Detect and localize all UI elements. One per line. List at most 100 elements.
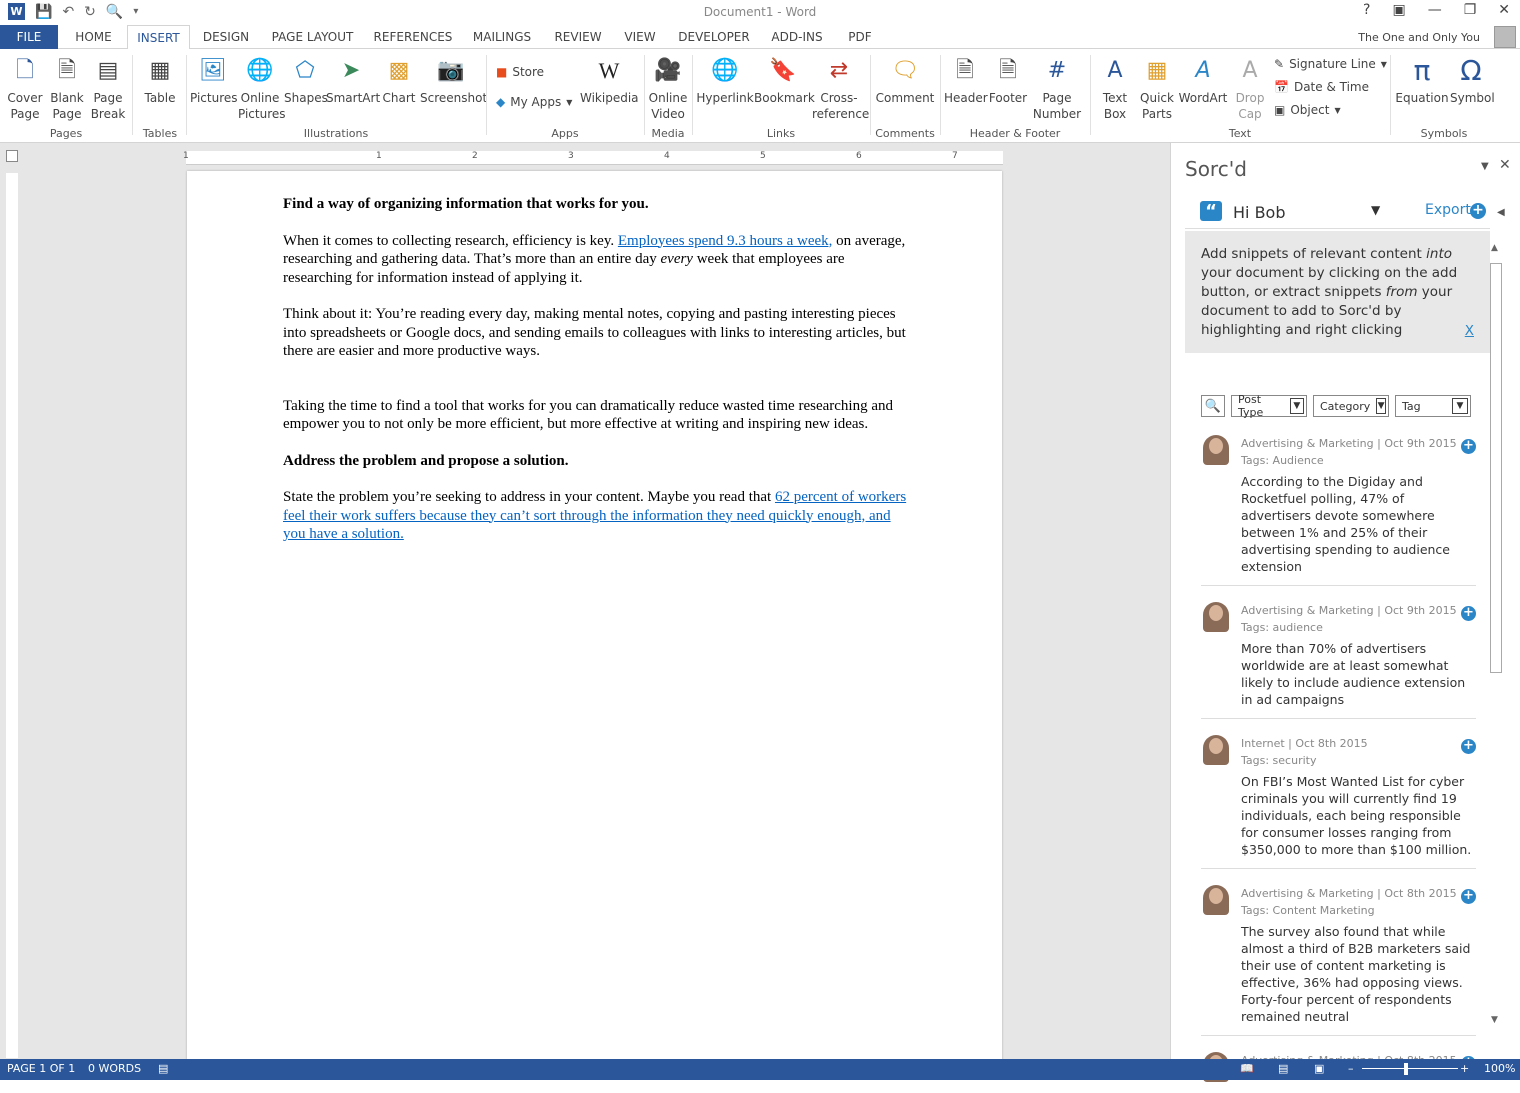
- signature-line-button[interactable]: ✎ Signature Line ▼: [1274, 57, 1387, 71]
- scroll-down-icon[interactable]: ▼: [1491, 1015, 1498, 1025]
- user-avatar[interactable]: [1494, 26, 1516, 48]
- tab-insert[interactable]: INSERT: [127, 25, 190, 50]
- chart-button[interactable]: ▩ Chart: [380, 51, 418, 106]
- cover-page-button[interactable]: 🗋 Cover Page: [4, 51, 46, 122]
- screenshot-button[interactable]: 📷 Screenshot: [420, 51, 487, 106]
- close-icon[interactable]: ✕: [1498, 2, 1510, 18]
- page-number-button[interactable]: # Page Number: [1030, 51, 1084, 122]
- avatar: [1203, 602, 1229, 632]
- vertical-ruler[interactable]: [6, 173, 18, 1058]
- help-icon[interactable]: ?: [1363, 2, 1370, 18]
- wikipedia-button[interactable]: W Wikipedia: [580, 51, 639, 106]
- link-employees-spend[interactable]: Employees spend 9.3 hours a week,: [618, 233, 833, 249]
- pane-close-icon[interactable]: ✕: [1499, 157, 1511, 173]
- tab-home[interactable]: HOME: [66, 25, 121, 49]
- web-layout-icon[interactable]: ▣: [1314, 1062, 1324, 1075]
- text-box-button[interactable]: A Text Box: [1094, 51, 1136, 122]
- post-type-select[interactable]: Post Type ▼: [1231, 393, 1307, 419]
- table-button[interactable]: ▦ Table: [138, 51, 182, 106]
- scrollbar-thumb[interactable]: [1490, 263, 1502, 673]
- tab-mailings[interactable]: MAILINGS: [466, 25, 538, 49]
- online-video-button[interactable]: 🎥 Online Video: [648, 51, 688, 122]
- tab-review[interactable]: REVIEW: [548, 25, 608, 49]
- cross-reference-button[interactable]: ⇄ Cross- reference: [812, 51, 869, 122]
- pictures-button[interactable]: 🖼 Pictures: [190, 51, 238, 106]
- search-icon[interactable]: 🔍: [1201, 395, 1225, 417]
- title-bar: W 💾 ↶ ↻ 🔍 ▾ Document1 - Word ? ▣ — ❐ ✕: [0, 0, 1520, 25]
- tag-select[interactable]: Tag ▼: [1395, 395, 1471, 417]
- add-snippet-icon[interactable]: +: [1461, 439, 1476, 454]
- chevron-down-icon[interactable]: ▼: [1371, 203, 1380, 217]
- tab-view[interactable]: VIEW: [616, 25, 664, 49]
- word-count[interactable]: 0 WORDS: [88, 1062, 141, 1075]
- greeting[interactable]: Hi Bob: [1233, 203, 1285, 222]
- chevron-down-icon: ▼: [566, 97, 573, 107]
- smartart-button[interactable]: ➤ SmartArt: [326, 51, 380, 106]
- comment-button[interactable]: 🗨 Comment: [874, 51, 936, 106]
- equation-button[interactable]: π Equation: [1394, 51, 1450, 106]
- header-button[interactable]: 🗎 Header: [944, 51, 988, 106]
- zoom-slider[interactable]: [1362, 1068, 1458, 1069]
- pane-options-icon[interactable]: ▼: [1481, 161, 1489, 172]
- tab-references[interactable]: REFERENCES: [368, 25, 458, 49]
- tab-selector[interactable]: [6, 150, 18, 162]
- chevron-down-icon: ▼: [1289, 398, 1304, 414]
- tab-file[interactable]: FILE: [0, 25, 58, 49]
- scroll-up-icon[interactable]: ▲: [1491, 243, 1498, 253]
- tab-page-layout[interactable]: PAGE LAYOUT: [264, 25, 361, 49]
- page-count[interactable]: PAGE 1 OF 1: [7, 1062, 75, 1075]
- quick-parts-button[interactable]: ▦ Quick Parts: [1136, 51, 1178, 122]
- wordart-button[interactable]: A WordArt: [1178, 51, 1228, 106]
- tab-pdf[interactable]: PDF: [838, 25, 882, 49]
- add-snippet-icon[interactable]: +: [1461, 606, 1476, 621]
- avatar: [1203, 735, 1229, 765]
- document-page[interactable]: Find a way of organizing information tha…: [187, 171, 1002, 1061]
- add-snippet-icon[interactable]: +: [1461, 889, 1476, 904]
- symbol-button[interactable]: Ω Symbol: [1450, 51, 1495, 106]
- horizontal-ruler[interactable]: 1 1 2 3 4 5 6 7: [183, 151, 1003, 165]
- tab-add-ins[interactable]: ADD-INS: [764, 25, 830, 49]
- proofing-icon[interactable]: ▤: [158, 1062, 168, 1075]
- pane-scrollbar[interactable]: ▲ ▼: [1489, 243, 1503, 1033]
- zoom-slider-thumb[interactable]: [1404, 1063, 1408, 1075]
- read-mode-icon[interactable]: 📖: [1240, 1062, 1254, 1075]
- divider: [132, 55, 133, 135]
- object-icon: ▣: [1274, 103, 1286, 117]
- header-icon: 🗎: [956, 58, 974, 83]
- zoom-in-icon[interactable]: +: [1460, 1062, 1469, 1075]
- text-box-icon: A: [1107, 58, 1123, 83]
- shapes-button[interactable]: ⬠ Shapes: [284, 51, 328, 106]
- bookmark-button[interactable]: 🔖 Bookmark: [754, 51, 815, 106]
- tab-developer[interactable]: DEVELOPER: [672, 25, 756, 49]
- tab-design[interactable]: DESIGN: [196, 25, 256, 49]
- snippet-body: On FBI’s Most Wanted List for cyber crim…: [1241, 774, 1472, 857]
- page-break-button[interactable]: ▤ Page Break: [88, 51, 128, 122]
- zoom-out-icon[interactable]: –: [1348, 1062, 1354, 1075]
- user-name[interactable]: The One and Only You: [1358, 31, 1480, 44]
- export-button[interactable]: Export: [1425, 202, 1471, 218]
- store-button[interactable]: ■ Store: [496, 65, 544, 79]
- date-time-button[interactable]: 📅 Date & Time: [1274, 80, 1369, 94]
- zoom-level[interactable]: 100%: [1484, 1062, 1515, 1075]
- hyperlink-button[interactable]: 🌐 Hyperlink: [696, 51, 754, 106]
- pane-title: Sorc'd: [1185, 157, 1247, 181]
- dismiss-info-link[interactable]: X: [1465, 322, 1474, 341]
- document-body[interactable]: Find a way of organizing information tha…: [283, 195, 908, 562]
- online-pictures-button[interactable]: 🌐 Online Pictures: [238, 51, 286, 122]
- document-workspace: 1 1 2 3 4 5 6 7 Find a way of organizing…: [0, 143, 1170, 1061]
- blank-page-button[interactable]: 🗎 Blank Page: [48, 51, 86, 122]
- print-layout-icon[interactable]: ▤: [1278, 1062, 1288, 1075]
- ruler-number: 5: [760, 151, 766, 161]
- drop-cap-button[interactable]: A Drop Cap: [1228, 51, 1272, 122]
- group-label-text: Text: [1228, 127, 1252, 140]
- category-select[interactable]: Category ▼: [1313, 395, 1389, 417]
- restore-icon[interactable]: ❐: [1464, 2, 1477, 18]
- my-apps-button[interactable]: ◆ My Apps ▼: [496, 95, 572, 109]
- collapse-icon[interactable]: ◀: [1497, 207, 1505, 218]
- object-button[interactable]: ▣ Object ▼: [1274, 103, 1341, 117]
- ribbon-display-icon[interactable]: ▣: [1392, 2, 1405, 18]
- add-snippet-icon[interactable]: +: [1461, 739, 1476, 754]
- plus-icon[interactable]: +: [1470, 203, 1486, 219]
- minimize-icon[interactable]: —: [1428, 2, 1442, 18]
- footer-button[interactable]: 🗎 Footer: [988, 51, 1028, 106]
